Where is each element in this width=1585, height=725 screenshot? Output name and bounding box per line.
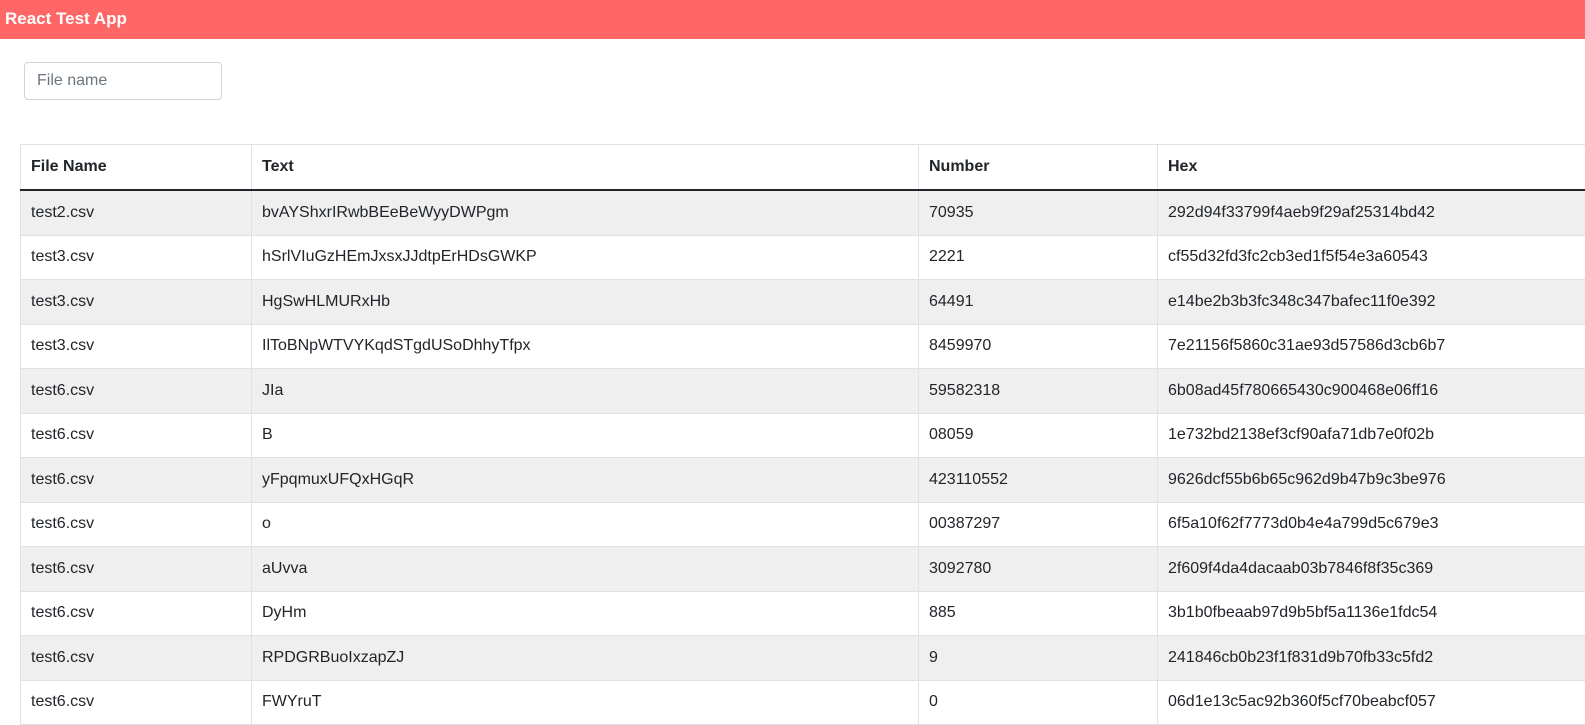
cell-number: 00387297 xyxy=(919,502,1158,547)
cell-text: HgSwHLMURxHb xyxy=(252,280,919,325)
cell-number: 0 xyxy=(919,680,1158,725)
cell-number: 64491 xyxy=(919,280,1158,325)
column-header-text[interactable]: Text xyxy=(252,145,919,191)
cell-file-name: test6.csv xyxy=(21,369,252,414)
cell-hex: cf55d32fd3fc2cb3ed1f5f54e3a60543 xyxy=(1158,235,1585,280)
cell-hex: 3b1b0fbeaab97d9b5bf5a1136e1fdc54 xyxy=(1158,591,1585,636)
cell-file-name: test6.csv xyxy=(21,458,252,503)
file-name-search-input[interactable] xyxy=(24,62,222,100)
cell-text: JIa xyxy=(252,369,919,414)
cell-file-name: test3.csv xyxy=(21,324,252,369)
cell-file-name: test3.csv xyxy=(21,280,252,325)
cell-text: yFpqmuxUFQxHGqR xyxy=(252,458,919,503)
cell-text: aUvva xyxy=(252,547,919,592)
cell-hex: 9626dcf55b6b65c962d9b47b9c3be976 xyxy=(1158,458,1585,503)
table-row[interactable]: test6.csvRPDGRBuoIxzapZJ9241846cb0b23f1f… xyxy=(21,636,1585,681)
cell-number: 423110552 xyxy=(919,458,1158,503)
cell-file-name: test6.csv xyxy=(21,413,252,458)
table-row[interactable]: test3.csvIlToBNpWTVYKqdSTgdUSoDhhyTfpx84… xyxy=(21,324,1585,369)
table-row[interactable]: test3.csvhSrlVIuGzHEmJxsxJJdtpErHDsGWKP2… xyxy=(21,235,1585,280)
cell-text: B xyxy=(252,413,919,458)
cell-number: 8459970 xyxy=(919,324,1158,369)
cell-text: IlToBNpWTVYKqdSTgdUSoDhhyTfpx xyxy=(252,324,919,369)
table-row[interactable]: test3.csvHgSwHLMURxHb64491e14be2b3b3fc34… xyxy=(21,280,1585,325)
cell-file-name: test3.csv xyxy=(21,235,252,280)
cell-text: DyHm xyxy=(252,591,919,636)
column-header-number[interactable]: Number xyxy=(919,145,1158,191)
cell-hex: 2f609f4da4dacaab03b7846f8f35c369 xyxy=(1158,547,1585,592)
cell-number: 08059 xyxy=(919,413,1158,458)
data-table: File Name Text Number Hex test2.csvbvAYS… xyxy=(20,144,1585,725)
cell-number: 59582318 xyxy=(919,369,1158,414)
cell-file-name: test2.csv xyxy=(21,190,252,235)
table-header-row: File Name Text Number Hex xyxy=(21,145,1585,191)
table-row[interactable]: test6.csvo003872976f5a10f62f7773d0b4e4a7… xyxy=(21,502,1585,547)
cell-text: RPDGRBuoIxzapZJ xyxy=(252,636,919,681)
table-body: test2.csvbvAYShxrIRwbBEeBeWyyDWPgm709352… xyxy=(21,190,1585,725)
table-row[interactable]: test6.csvJIa595823186b08ad45f780665430c9… xyxy=(21,369,1585,414)
cell-hex: 292d94f33799f4aeb9f29af25314bd42 xyxy=(1158,190,1585,235)
table-row[interactable]: test6.csvaUvva30927802f609f4da4dacaab03b… xyxy=(21,547,1585,592)
app-header: React Test App xyxy=(0,0,1585,39)
cell-text: hSrlVIuGzHEmJxsxJJdtpErHDsGWKP xyxy=(252,235,919,280)
cell-hex: 6f5a10f62f7773d0b4e4a799d5c679e3 xyxy=(1158,502,1585,547)
column-header-hex[interactable]: Hex xyxy=(1158,145,1585,191)
table-row[interactable]: test6.csvDyHm8853b1b0fbeaab97d9b5bf5a113… xyxy=(21,591,1585,636)
cell-number: 9 xyxy=(919,636,1158,681)
cell-file-name: test6.csv xyxy=(21,636,252,681)
table-row[interactable]: test6.csvyFpqmuxUFQxHGqR4231105529626dcf… xyxy=(21,458,1585,503)
cell-file-name: test6.csv xyxy=(21,591,252,636)
table-row[interactable]: test6.csvFWYruT006d1e13c5ac92b360f5cf70b… xyxy=(21,680,1585,725)
cell-hex: 06d1e13c5ac92b360f5cf70beabcf057 xyxy=(1158,680,1585,725)
table-row[interactable]: test6.csvB080591e732bd2138ef3cf90afa71db… xyxy=(21,413,1585,458)
cell-number: 70935 xyxy=(919,190,1158,235)
cell-number: 3092780 xyxy=(919,547,1158,592)
cell-file-name: test6.csv xyxy=(21,547,252,592)
cell-hex: 7e21156f5860c31ae93d57586d3cb6b7 xyxy=(1158,324,1585,369)
cell-file-name: test6.csv xyxy=(21,680,252,725)
cell-hex: e14be2b3b3fc348c347bafec11f0e392 xyxy=(1158,280,1585,325)
table-row[interactable]: test2.csvbvAYShxrIRwbBEeBeWyyDWPgm709352… xyxy=(21,190,1585,235)
column-header-file-name[interactable]: File Name xyxy=(21,145,252,191)
cell-number: 2221 xyxy=(919,235,1158,280)
cell-hex: 1e732bd2138ef3cf90afa71db7e0f02b xyxy=(1158,413,1585,458)
app-title: React Test App xyxy=(5,9,127,29)
cell-text: FWYruT xyxy=(252,680,919,725)
cell-hex: 6b08ad45f780665430c900468e06ff16 xyxy=(1158,369,1585,414)
cell-number: 885 xyxy=(919,591,1158,636)
cell-file-name: test6.csv xyxy=(21,502,252,547)
cell-hex: 241846cb0b23f1f831d9b70fb33c5fd2 xyxy=(1158,636,1585,681)
cell-text: o xyxy=(252,502,919,547)
cell-text: bvAYShxrIRwbBEeBeWyyDWPgm xyxy=(252,190,919,235)
